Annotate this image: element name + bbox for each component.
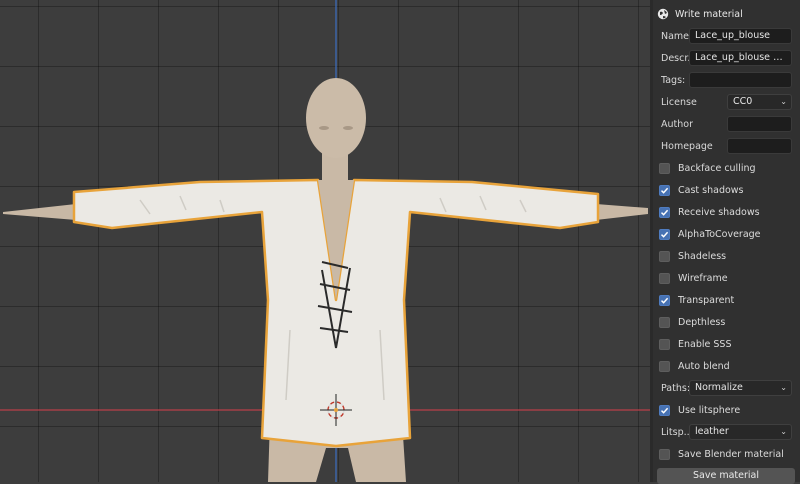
litsphere-value: leather [695,426,729,437]
litsphere-dropdown[interactable]: leather ⌄ [689,424,792,440]
homepage-field[interactable] [727,138,792,154]
author-label: Author [661,118,693,130]
globe-icon [657,8,669,20]
checkbox-depthless[interactable]: Depthless [653,311,800,333]
checkbox-backface-culling[interactable]: Backface culling [653,157,800,179]
checkbox-label: Transparent [678,294,735,306]
checkbox-receive-shadows[interactable]: Receive shadows [653,201,800,223]
panel-title: Write material [675,8,743,20]
paths-label: Paths: [661,382,691,394]
checkbox-icon[interactable] [659,338,670,350]
checkbox-icon[interactable] [659,316,670,328]
checkbox-save-blender-material[interactable]: Save Blender material [653,443,800,465]
checkbox-label: Cast shadows [678,184,744,196]
license-dropdown[interactable]: CC0 ⌄ [727,94,792,110]
write-material-panel: Write material Name: Lace_up_blouse Desc… [653,0,800,484]
litsphere-label: Litsp... [661,426,693,438]
author-field[interactable] [727,116,792,132]
checkbox-alpha-to-coverage[interactable]: AlphaToCoverage [653,223,800,245]
viewport-scene [0,0,650,482]
checkbox-enable-sss[interactable]: Enable SSS [653,333,800,355]
homepage-label: Homepage [661,140,713,152]
panel-header[interactable]: Write material [653,3,800,25]
chevron-down-icon: ⌄ [780,383,787,392]
checkbox-icon[interactable] [659,448,670,460]
character-model[interactable] [3,78,648,482]
description-field[interactable]: Lace_up_blouse mater... [689,50,792,66]
checkbox-icon[interactable] [659,360,670,372]
paths-value: Normalize [695,382,743,393]
paths-dropdown[interactable]: Normalize ⌄ [689,380,792,396]
checkbox-icon[interactable] [659,228,670,240]
checkbox-label: Receive shadows [678,206,760,218]
license-value: CC0 [733,96,753,107]
checkbox-label: Wireframe [678,272,728,284]
checkbox-label: Shadeless [678,250,727,262]
checkbox-icon[interactable] [659,206,670,218]
name-field[interactable]: Lace_up_blouse [689,28,792,44]
checkbox-label: Backface culling [678,162,756,174]
tags-label: Tags: [661,74,686,86]
name-label: Name: [661,30,693,42]
license-label: License [661,96,697,108]
3d-viewport[interactable] [0,0,650,482]
checkbox-label: Use litsphere [678,404,741,416]
checkbox-use-litsphere[interactable]: Use litsphere [653,399,800,421]
checkbox-shadeless[interactable]: Shadeless [653,245,800,267]
checkbox-cast-shadows[interactable]: Cast shadows [653,179,800,201]
tags-field[interactable] [689,72,792,88]
checkbox-wireframe[interactable]: Wireframe [653,267,800,289]
checkbox-label: Save Blender material [678,448,784,460]
checkbox-icon[interactable] [659,250,670,262]
checkbox-auto-blend[interactable]: Auto blend [653,355,800,377]
chevron-down-icon: ⌄ [780,97,787,106]
chevron-down-icon: ⌄ [780,427,787,436]
checkbox-label: Auto blend [678,360,730,372]
checkbox-icon[interactable] [659,404,670,416]
checkbox-label: AlphaToCoverage [678,228,761,240]
checkbox-transparent[interactable]: Transparent [653,289,800,311]
checkbox-icon[interactable] [659,272,670,284]
checkbox-label: Depthless [678,316,726,328]
checkbox-icon[interactable] [659,184,670,196]
checkbox-label: Enable SSS [678,338,732,350]
checkbox-icon[interactable] [659,162,670,174]
checkbox-icon[interactable] [659,294,670,306]
